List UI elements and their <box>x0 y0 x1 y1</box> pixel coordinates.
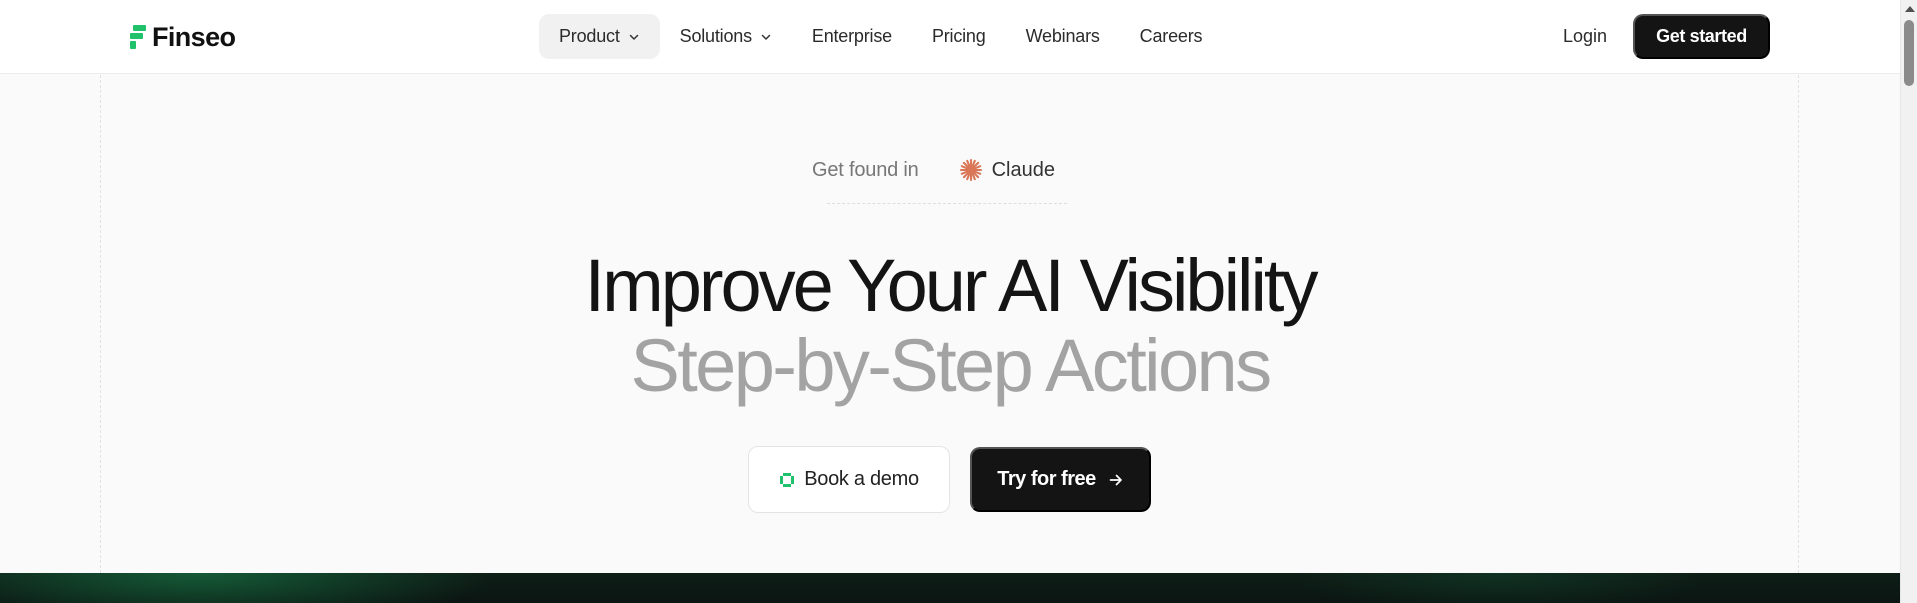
page-scrollbar[interactable] <box>1900 0 1917 603</box>
book-demo-button[interactable]: Book a demo <box>748 446 950 513</box>
scrollbar-thumb[interactable] <box>1904 20 1914 86</box>
try-free-label: Try for free <box>997 468 1096 490</box>
nav-item-pricing[interactable]: Pricing <box>912 14 1006 59</box>
brand-logo[interactable]: Finseo <box>130 21 236 52</box>
get-found-in-row: Get found in Claude <box>812 158 1055 182</box>
dark-showcase-band <box>0 573 1900 603</box>
site-header: Finseo Product Solutions Enterprise Pric… <box>0 0 1900 74</box>
demo-ring-icon <box>780 472 795 487</box>
login-link[interactable]: Login <box>1551 14 1619 59</box>
nav-item-webinars[interactable]: Webinars <box>1006 14 1120 59</box>
platform-badge: Claude <box>959 158 1055 182</box>
nav-item-label: Pricing <box>931 26 986 46</box>
claude-sparkle-icon <box>959 158 982 182</box>
chevron-down-icon <box>761 34 771 40</box>
main-nav: Product Solutions Enterprise Pricing Web… <box>539 14 1222 59</box>
platform-name: Claude <box>991 158 1055 181</box>
hero-subheadline: Step-by-Step Actions <box>630 324 1272 407</box>
nav-item-label: Enterprise <box>811 26 892 46</box>
nav-item-product[interactable]: Product <box>539 14 660 59</box>
platform-underline <box>827 203 1067 204</box>
nav-item-label: Product <box>559 26 620 46</box>
nav-item-label: Careers <box>1139 26 1203 46</box>
scroll-up-arrow-icon[interactable] <box>1905 6 1915 12</box>
get-found-in-label: Get found in <box>812 158 919 181</box>
nav-item-label: Solutions <box>679 26 752 46</box>
book-demo-label: Book a demo <box>804 468 919 490</box>
nav-item-solutions[interactable]: Solutions <box>660 14 792 59</box>
chevron-down-icon <box>629 34 638 40</box>
get-started-button[interactable]: Get started <box>1633 14 1770 59</box>
brand-name: Finseo <box>152 21 236 52</box>
try-free-button[interactable]: Try for free <box>970 447 1151 512</box>
finseo-logo-icon <box>130 25 146 49</box>
nav-item-enterprise[interactable]: Enterprise <box>792 14 912 59</box>
nav-item-label: Webinars <box>1025 26 1100 46</box>
arrow-right-icon <box>1109 474 1122 485</box>
nav-item-careers[interactable]: Careers <box>1120 14 1223 59</box>
